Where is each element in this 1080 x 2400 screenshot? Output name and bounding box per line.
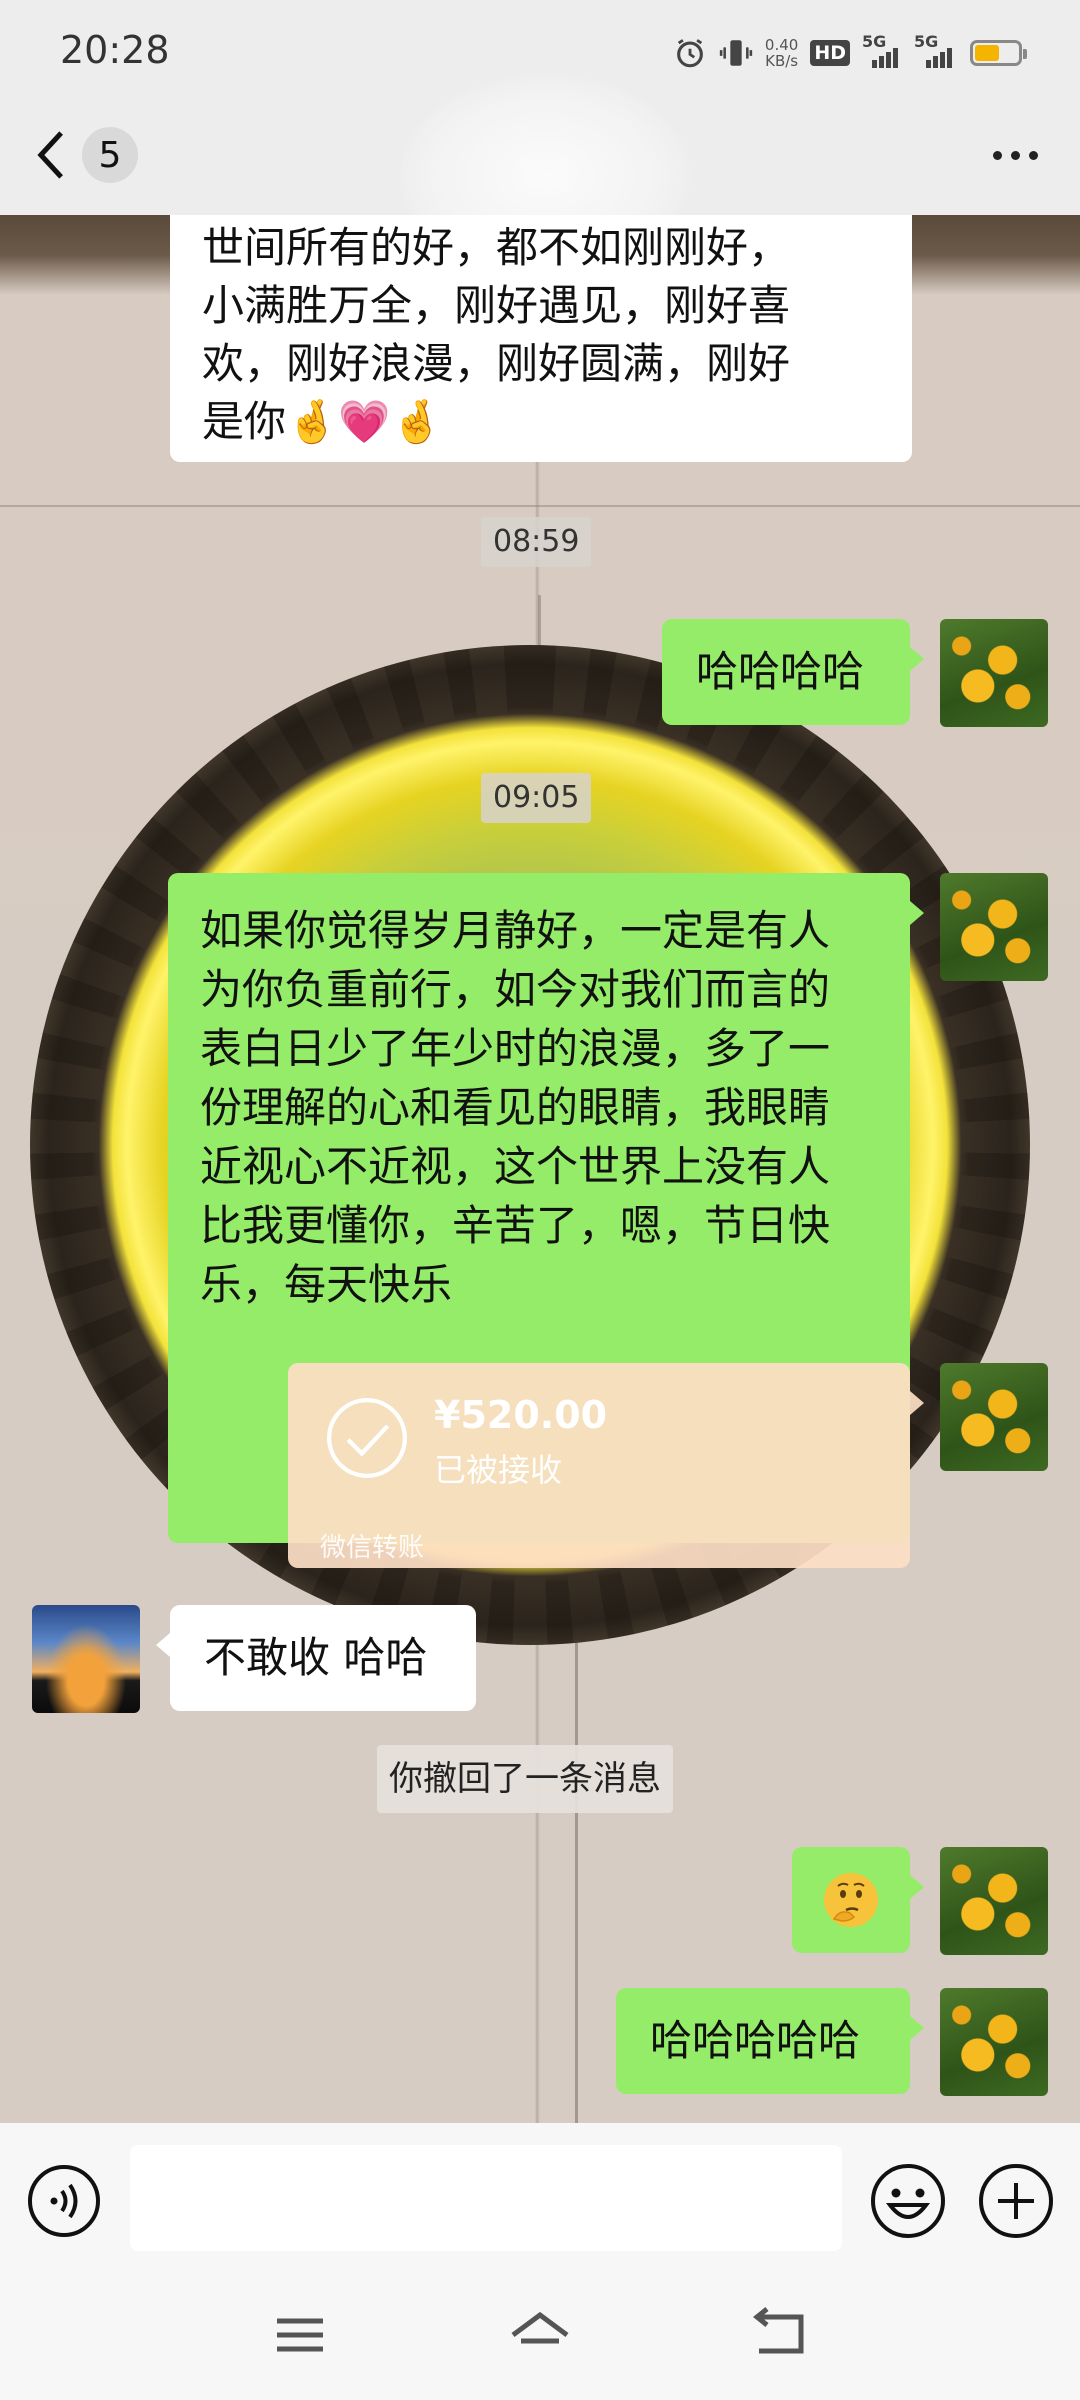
net-speed-value: 0.40 (764, 36, 799, 54)
avatar-self[interactable] (940, 1988, 1048, 2096)
message-text: 哈哈哈哈哈 (650, 2016, 861, 2065)
back-icon[interactable] (745, 2305, 815, 2365)
message-input[interactable] (130, 2145, 842, 2251)
message-line: 如果你觉得岁月静好，一定是有人 (200, 906, 831, 955)
avatar-self[interactable] (940, 619, 1048, 727)
recall-notice: 你撤回了一条消息 (377, 1745, 673, 1813)
more-dots-icon (992, 150, 1002, 160)
signal-sim1-icon: 5G (862, 32, 902, 68)
sim1-label: 5G (862, 32, 887, 51)
chat-header: 5 (0, 75, 1080, 275)
battery-icon (970, 40, 1027, 66)
emoji-icon[interactable] (868, 2161, 948, 2241)
message-line: 比我更懂你，辛苦了，嗯，节日快 (200, 1201, 831, 1250)
message-line: 是你🤞💗🤞 (202, 393, 880, 451)
check-circle-icon (327, 1398, 407, 1478)
chat-area[interactable]: 世间所有的好，都不如刚刚好， 小满胜万全，刚好遇见，刚好喜 欢，刚好浪漫，刚好圆… (0, 215, 1080, 2123)
hd-badge: HD (810, 40, 850, 66)
message-bubble-incoming[interactable]: 不敢收 哈哈 (156, 1605, 476, 1711)
avatar-contact[interactable] (32, 1605, 140, 1713)
emoji-sequence: 🤞💗🤞 (286, 397, 443, 446)
timestamp: 09:05 (481, 773, 592, 823)
more-options-button[interactable] (980, 125, 1050, 185)
message-line: 为你负重前行，如今对我们而言的 (200, 965, 831, 1014)
message-line: 欢，刚好浪漫，刚好圆满，刚好 (202, 339, 791, 388)
message-line: 份理解的心和看见的眼睛，我眼睛 (200, 1083, 831, 1132)
battery-fill (975, 45, 1000, 61)
message-text: 不敢收 哈哈 (204, 1633, 428, 1682)
message-line: 表白日少了年少时的浪漫，多了一 (200, 1024, 831, 1073)
sim2-label: 5G (914, 32, 939, 51)
back-button[interactable]: 5 (34, 123, 138, 187)
unread-count-badge: 5 (82, 127, 138, 183)
vibrate-icon (719, 40, 753, 66)
transfer-status: 已被接收 (434, 1451, 563, 1489)
message-line-text: 是你 (202, 397, 287, 446)
message-line: 近视心不近视，这个世界上没有人 (200, 1142, 831, 1191)
transfer-amount: ¥520.00 (434, 1393, 608, 1437)
avatar-self[interactable] (940, 1363, 1048, 1471)
chevron-left-icon (37, 131, 63, 179)
message-bubble-outgoing[interactable] (792, 1847, 924, 1953)
signal-sim2-icon: 5G (914, 32, 958, 68)
message-line: 小满胜万全，刚好遇见，刚好喜 (202, 281, 791, 330)
message-line: 乐，每天快乐 (200, 1260, 453, 1309)
net-speed-unit: KB/s (765, 52, 799, 70)
transfer-footer: 微信转账 (320, 1533, 425, 1563)
status-time: 20:28 (60, 28, 170, 72)
avatar-self[interactable] (940, 1847, 1048, 1955)
message-bubble-incoming[interactable]: 世间所有的好，都不如刚刚好， 小满胜万全，刚好遇见，刚好喜 欢，刚好浪漫，刚好圆… (170, 215, 912, 462)
voice-icon[interactable] (26, 2163, 102, 2239)
message-text: 哈哈哈哈 (696, 647, 865, 696)
timestamp: 08:59 (481, 517, 592, 567)
status-icons: 0.40 KB/s HD 5G 5G (673, 30, 1027, 76)
avatar-self[interactable] (940, 873, 1048, 981)
input-bar (0, 2123, 1080, 2275)
thinking-face-emoji (824, 1873, 878, 1927)
menu-icon[interactable] (265, 2305, 335, 2365)
system-navigation-bar (0, 2275, 1080, 2400)
message-bubble-outgoing[interactable]: 哈哈哈哈哈 (616, 1988, 924, 2094)
message-bubble-outgoing[interactable]: 哈哈哈哈 (662, 619, 924, 725)
net-speed: 0.40 KB/s (765, 37, 798, 69)
home-icon[interactable] (505, 2305, 575, 2365)
alarm-icon (677, 39, 703, 68)
wallpaper-line (0, 505, 1080, 507)
message-line: 世间所有的好，都不如刚刚好， (202, 223, 791, 272)
plus-icon[interactable] (976, 2161, 1056, 2241)
transfer-card[interactable]: ¥520.00 已被接收 微信转账 (288, 1363, 924, 1568)
